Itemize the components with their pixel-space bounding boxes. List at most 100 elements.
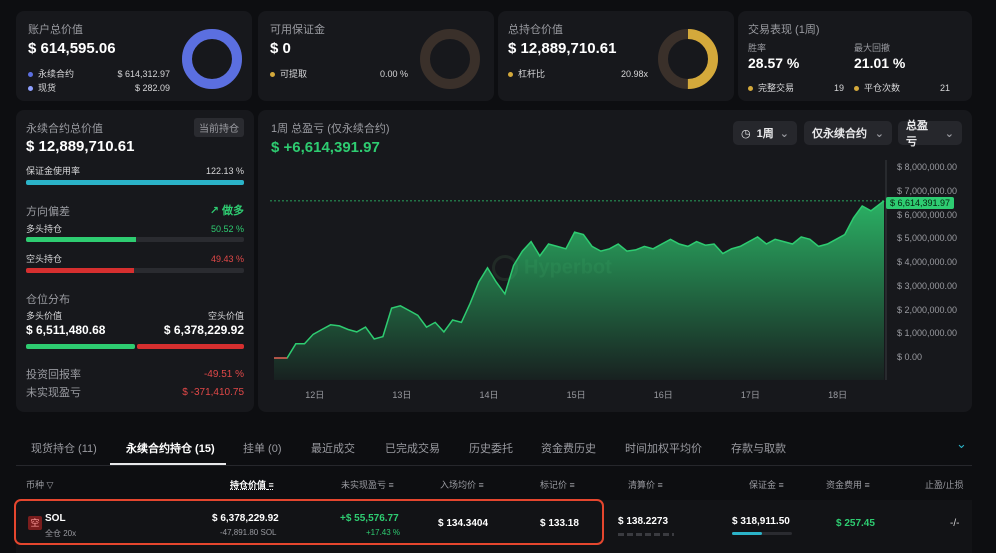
col-liquidation-price[interactable]: 清算价 ≡ [628,478,663,491]
short-position-row: 空头持仓 49.43 % [26,253,244,265]
distribution-bar [26,344,244,349]
account-value-title: 账户总价值 [28,24,83,36]
short-side-badge: 空 [28,516,42,530]
filter-icon[interactable]: ▽ [47,480,54,490]
spot-dot [28,86,33,92]
margin-value: $ 318,911.50 [732,516,790,527]
direction-bias-title: 方向偏差 [26,206,70,218]
completed-trades-row: 完整交易 19 [748,81,844,94]
max-drawdown-label: 最大回撤 [854,43,891,53]
perp-total-value: $ 12,889,710.61 [26,138,135,155]
col-margin[interactable]: 保证金 ≡ [749,478,784,491]
available-margin-card: 可用保证金 $ 0 可提取 0.00 % [258,11,494,101]
long-position-bar [26,237,244,242]
trend-up-icon: ↗ [209,205,219,217]
chevron-down-icon: ⌄ [874,127,884,140]
leverage-row: 杠杆比 20.98x [508,67,648,80]
account-value-card: 账户总价值 $ 614,595.06 永续合约 $ 614,312.97 现货 $ … [16,11,252,101]
unrealized-pnl-row: 未实现盈亏 $ -371,410.75 [26,386,244,400]
tab-1[interactable]: 永续合约持仓 (15) [126,440,215,456]
unrealized-pnl: +$ 55,576.77 [340,513,399,524]
sort-icon: ≡ [864,480,870,490]
funding-value: $ 257.45 [836,518,875,529]
perp-total-title: 永续合约总价值 [26,123,103,135]
period-dropdown[interactable]: ◷ 1周 ⌄ [733,121,797,145]
long-position-row: 多头持仓 50.52 % [26,223,244,235]
x-tick-label: 14日 [479,390,499,400]
x-tick-label: 12日 [305,390,325,400]
tab-divider [16,465,972,466]
current-position-tag[interactable]: 当前持仓 [194,118,244,137]
pnl-chart-value: $ +6,614,391.97 [271,139,380,156]
col-entry-price[interactable]: 入场均价 ≡ [440,478,484,491]
distribution-short [137,344,244,349]
y-tick-label: $ 8,000,000.00 [897,162,958,172]
hyperbot-watermark: Hyperbot [492,255,612,281]
sort-icon: ≡ [268,480,274,490]
tab-2[interactable]: 挂单 (0) [243,440,282,456]
scope-dropdown[interactable]: 仅永续合约 ⌄ [804,121,892,145]
long-position-fill [26,237,137,242]
margin-usage-fill [26,180,244,185]
entry-price: $ 134.3404 [438,518,489,529]
chevron-down-icon: ⌄ [944,127,954,140]
y-tick-label: $ 1,000,000.00 [897,328,958,339]
unrealized-pnl-pct: +17.43 % [366,528,401,537]
y-tick-label: $ 2,000,000.00 [897,304,958,315]
last-value-label: $ 6,614,391.97 [886,197,955,209]
mark-price: $ 133.18 [540,518,579,529]
ring-track [420,29,480,89]
hyperbot-logo-icon [492,255,518,281]
tab-4[interactable]: 已完成交易 [385,440,440,456]
chevron-down-icon: ⌄ [779,127,789,140]
margin-usage-row: 保证金使用率 122.13 % [26,165,244,177]
y-tick-label: $ 0.00 [897,352,923,362]
close-dot [854,86,859,92]
account-value: $ 614,595.06 [28,40,116,57]
col-unrealized-pnl[interactable]: 未实现盈亏 ≡ [341,478,394,491]
col-tp-sl[interactable]: 止盈/止损 [925,478,964,491]
ring-arc [182,29,242,89]
x-tick-label: 16日 [653,390,673,400]
tab-0[interactable]: 现货持仓 (11) [31,440,97,456]
x-tick-label: 15日 [566,390,586,400]
liquidation-dots [618,533,674,536]
y-tick-label: $ 3,000,000.00 [897,280,958,291]
tab-5[interactable]: 历史委托 [469,440,513,456]
sort-icon: ≡ [569,480,575,490]
tab-8[interactable]: 存款与取款 [731,440,786,456]
y-tick-label: $ 6,000,000.00 [897,209,958,220]
collapse-chevron-icon[interactable]: ⌄ [956,436,967,452]
margin-usage-bar [26,180,244,185]
tab-6[interactable]: 资金费历史 [541,440,596,456]
withdrawable-dot [270,72,275,78]
close-count-row: 平仓次数 21 [854,81,950,94]
account-row-perp: 永续合约 $ 614,312.97 [28,67,170,80]
tab-7[interactable]: 时间加权平均价 [625,440,702,456]
max-drawdown-value: 21.01 % [854,55,906,71]
win-rate-label: 胜率 [748,43,767,53]
position-ring-chart [658,29,718,89]
col-coin[interactable]: 币种 ▽ [26,478,53,491]
position-value-card: 总持仓价值 $ 12,889,710.61 杠杆比 20.98x [498,11,734,101]
y-tick-label: $ 7,000,000.00 [897,185,958,196]
coin-symbol[interactable]: SOL [45,513,66,524]
coin-mode: 全仓 20x [45,529,77,538]
performance-card: 交易表现 (1周) 胜率 28.57 % 最大回撤 21.01 % 完整交易 19… [738,11,972,101]
tp-sl-value[interactable]: -/- [950,518,959,529]
col-mark-price[interactable]: 标记价 ≡ [540,478,575,491]
margin-mini-bar [732,532,792,535]
x-tick-label: 18日 [828,390,848,400]
performance-title: 交易表现 (1周) [748,24,820,36]
metric-dropdown[interactable]: 总盈亏 ⌄ [898,120,962,148]
clock-icon: ◷ [741,127,751,140]
tab-3[interactable]: 最近成交 [311,440,355,456]
account-ring-chart [182,29,242,89]
col-funding[interactable]: 资金费用 ≡ [826,478,870,491]
perp-dot [28,72,33,78]
available-margin-title: 可用保证金 [270,24,325,36]
sort-icon: ≡ [657,480,663,490]
col-position-value[interactable]: 持仓价值 ≡ [230,478,274,491]
available-margin-value: $ 0 [270,40,291,57]
win-rate-value: 28.57 % [748,55,800,71]
